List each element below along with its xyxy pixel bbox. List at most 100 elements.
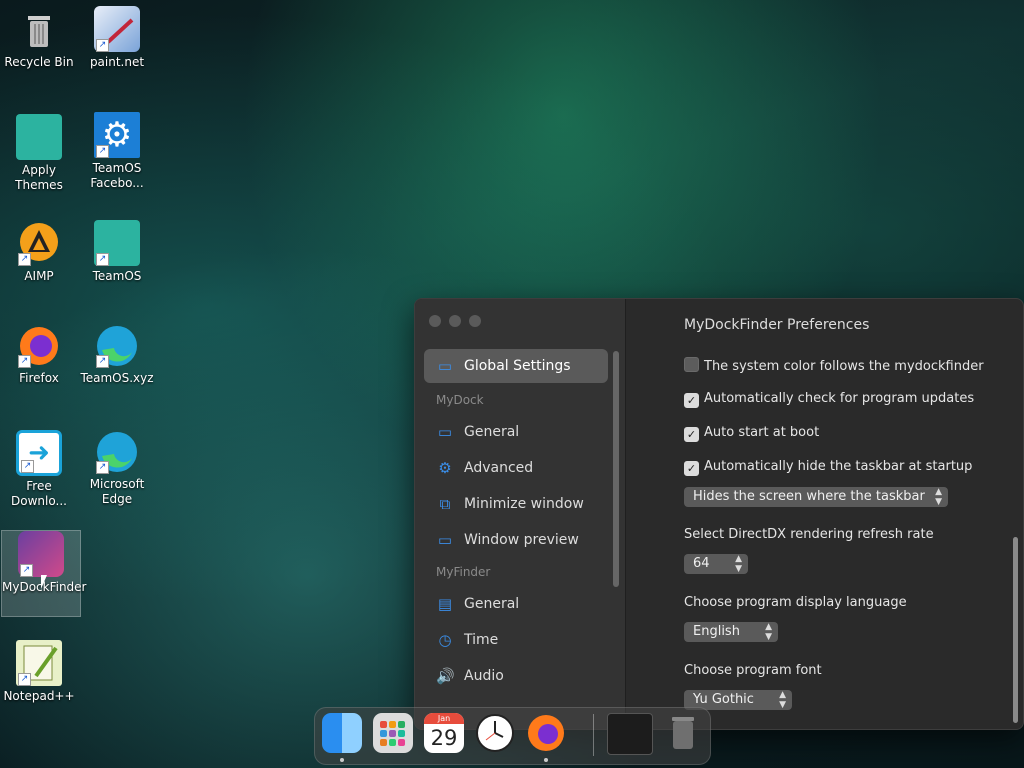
notepad-plus-plus-icon: ↗ (16, 640, 62, 686)
hide-mode-select[interactable]: Hides the screen where the taskbar ▲ ▼ (684, 487, 948, 507)
desktop-icon-paint-net[interactable]: ↗ paint.net (78, 6, 156, 70)
sidebar-item-label: Window preview (464, 532, 579, 548)
desktop-icon-label: paint.net (89, 55, 145, 69)
sidebar-item-window-preview[interactable]: ▭ Window preview (424, 523, 608, 557)
sidebar-item-global-settings[interactable]: ▭ Global Settings (424, 349, 608, 383)
chevron-up-down-icon: ▲ ▼ (779, 690, 786, 710)
desktop-icon-mydockfinder[interactable]: ↗ MyDockFinder (1, 530, 87, 617)
checkbox-unchecked[interactable] (684, 357, 699, 372)
desktop-icon-label: AIMP (24, 269, 54, 283)
close-button[interactable] (429, 315, 441, 327)
running-indicator (544, 758, 548, 762)
sidebar-item-label: General (464, 596, 520, 612)
shortcut-arrow-icon: ↗ (18, 253, 31, 266)
sidebar-item-myfinder-general[interactable]: ▤ General (424, 587, 608, 621)
checkbox-label: Auto start at boot (704, 425, 820, 440)
settings-panel: MyDockFinder Preferences The system colo… (626, 299, 1023, 729)
recycle-bin-icon (16, 6, 62, 52)
dock: Jan 29 (314, 707, 711, 765)
window-title: MyDockFinder Preferences (684, 317, 870, 333)
clock-icon[interactable] (475, 713, 515, 753)
auto-hide-taskbar-checkbox[interactable]: ✓ Automatically hide the taskbar at start… (684, 459, 972, 476)
sidebar-item-advanced[interactable]: ⚙ Advanced (424, 451, 608, 485)
desktop-icon-label: Recycle Bin (4, 55, 74, 69)
desktop-icon-label: TeamOS Facebo... (90, 161, 144, 190)
settings-scrollbar[interactable] (1013, 537, 1018, 723)
calendar-month: Jan (424, 713, 464, 724)
desktop-icon-apply-themes[interactable]: Apply Themes (0, 114, 78, 193)
auto-update-checkbox[interactable]: ✓ Automatically check for program updates (684, 391, 974, 408)
desktop-icon-firefox[interactable]: ↗ Firefox (0, 322, 78, 386)
desktop-icon-teamos-xyz[interactable]: ↗ TeamOS.xyz (78, 322, 156, 386)
shortcut-arrow-icon: ↗ (96, 253, 109, 266)
desktop-icon-label: Firefox (19, 371, 59, 385)
desktop-icon-free-download-manager[interactable]: ➜ ↗ Free Downlo... (0, 430, 78, 509)
sidebar-section-mydock: MyDock (436, 393, 484, 407)
trash-icon[interactable] (663, 713, 703, 753)
shortcut-arrow-icon: ↗ (18, 673, 31, 686)
folder-icon (16, 114, 62, 160)
clock-icon: ◷ (438, 631, 452, 649)
edge-icon: ↗ (94, 428, 140, 474)
window-controls (429, 312, 489, 331)
window-preview-thumbnail[interactable] (607, 713, 653, 755)
shortcut-arrow-icon: ↗ (96, 39, 109, 52)
calendar-day: 29 (430, 726, 458, 750)
calendar-icon[interactable]: Jan 29 (424, 713, 464, 753)
desktop-icon-aimp[interactable]: ↗ AIMP (0, 220, 78, 284)
shortcut-arrow-icon: ↗ (20, 564, 33, 577)
desktop-icon-notepad-plus-plus[interactable]: ↗ Notepad++ (0, 640, 78, 704)
chevron-up-down-icon: ▲ ▼ (935, 487, 942, 507)
free-download-manager-icon: ➜ ↗ (16, 430, 62, 476)
select-value: Hides the screen where the taskbar (693, 489, 925, 504)
select-value: 64 (693, 556, 710, 571)
sidebar-item-mydock-general[interactable]: ▭ General (424, 415, 608, 449)
system-color-checkbox[interactable]: The system color follows the mydockfinde… (684, 357, 984, 374)
desktop-icon-microsoft-edge[interactable]: ↗ Microsoft Edge (78, 428, 156, 507)
language-select[interactable]: English ▲ ▼ (684, 622, 778, 642)
checkmark-icon[interactable]: ✓ (684, 393, 699, 408)
sidebar-item-label: Audio (464, 668, 504, 684)
select-value: Yu Gothic (693, 692, 754, 707)
monitor-icon: ▭ (437, 423, 453, 441)
desktop-icon-label: Apply Themes (15, 163, 63, 192)
checkbox-label: Automatically hide the taskbar at startu… (704, 459, 973, 474)
checkmark-icon[interactable]: ✓ (684, 461, 699, 476)
desktop-icon-teamos-facebook[interactable]: ⚙ ↗ TeamOS Facebo... (78, 112, 156, 191)
mydockfinder-icon: ↗ (18, 531, 64, 577)
checkmark-icon[interactable]: ✓ (684, 427, 699, 442)
launchpad-icon[interactable] (373, 713, 413, 753)
gear-icon: ⚙ (438, 459, 452, 477)
menubar-icon: ▤ (437, 595, 453, 613)
language-label: Choose program display language (684, 595, 907, 610)
refresh-rate-select[interactable]: 64 ▲ ▼ (684, 554, 748, 574)
shortcut-arrow-icon: ↗ (96, 355, 109, 368)
dock-separator (593, 714, 594, 756)
finder-icon[interactable] (322, 713, 362, 753)
sidebar-item-label: Advanced (464, 460, 534, 476)
desktop-icon-recycle-bin[interactable]: Recycle Bin (0, 6, 78, 70)
folder-icon: ↗ (94, 220, 140, 266)
sidebar-item-audio[interactable]: 🔊 Audio (424, 659, 608, 693)
shortcut-arrow-icon: ↗ (18, 355, 31, 368)
select-value: English (693, 624, 740, 639)
sidebar-scrollbar[interactable] (613, 351, 619, 587)
sidebar-item-label: Global Settings (464, 358, 571, 374)
checkbox-label: Automatically check for program updates (704, 391, 975, 406)
sidebar-item-time[interactable]: ◷ Time (424, 623, 608, 657)
shortcut-arrow-icon: ↗ (96, 145, 109, 158)
desktop-icon-label: TeamOS.xyz (80, 371, 154, 385)
sidebar-item-minimize-window[interactable]: ⧉ Minimize window (424, 487, 608, 521)
minimize-button[interactable] (449, 315, 461, 327)
firefox-icon[interactable] (526, 713, 566, 753)
mouse-cursor-icon (41, 575, 47, 589)
sidebar-item-label: General (464, 424, 520, 440)
paint-net-icon: ↗ (94, 6, 140, 52)
aimp-icon: ↗ (16, 220, 62, 266)
zoom-button[interactable] (469, 315, 481, 327)
desktop-icon-teamos[interactable]: ↗ TeamOS (78, 220, 156, 284)
auto-start-checkbox[interactable]: ✓ Auto start at boot (684, 425, 819, 442)
monitor-icon: ▭ (437, 531, 453, 549)
preferences-window: ▭ Global Settings MyDock ▭ General ⚙ Adv… (414, 298, 1024, 730)
chevron-up-down-icon: ▲ ▼ (765, 622, 772, 642)
